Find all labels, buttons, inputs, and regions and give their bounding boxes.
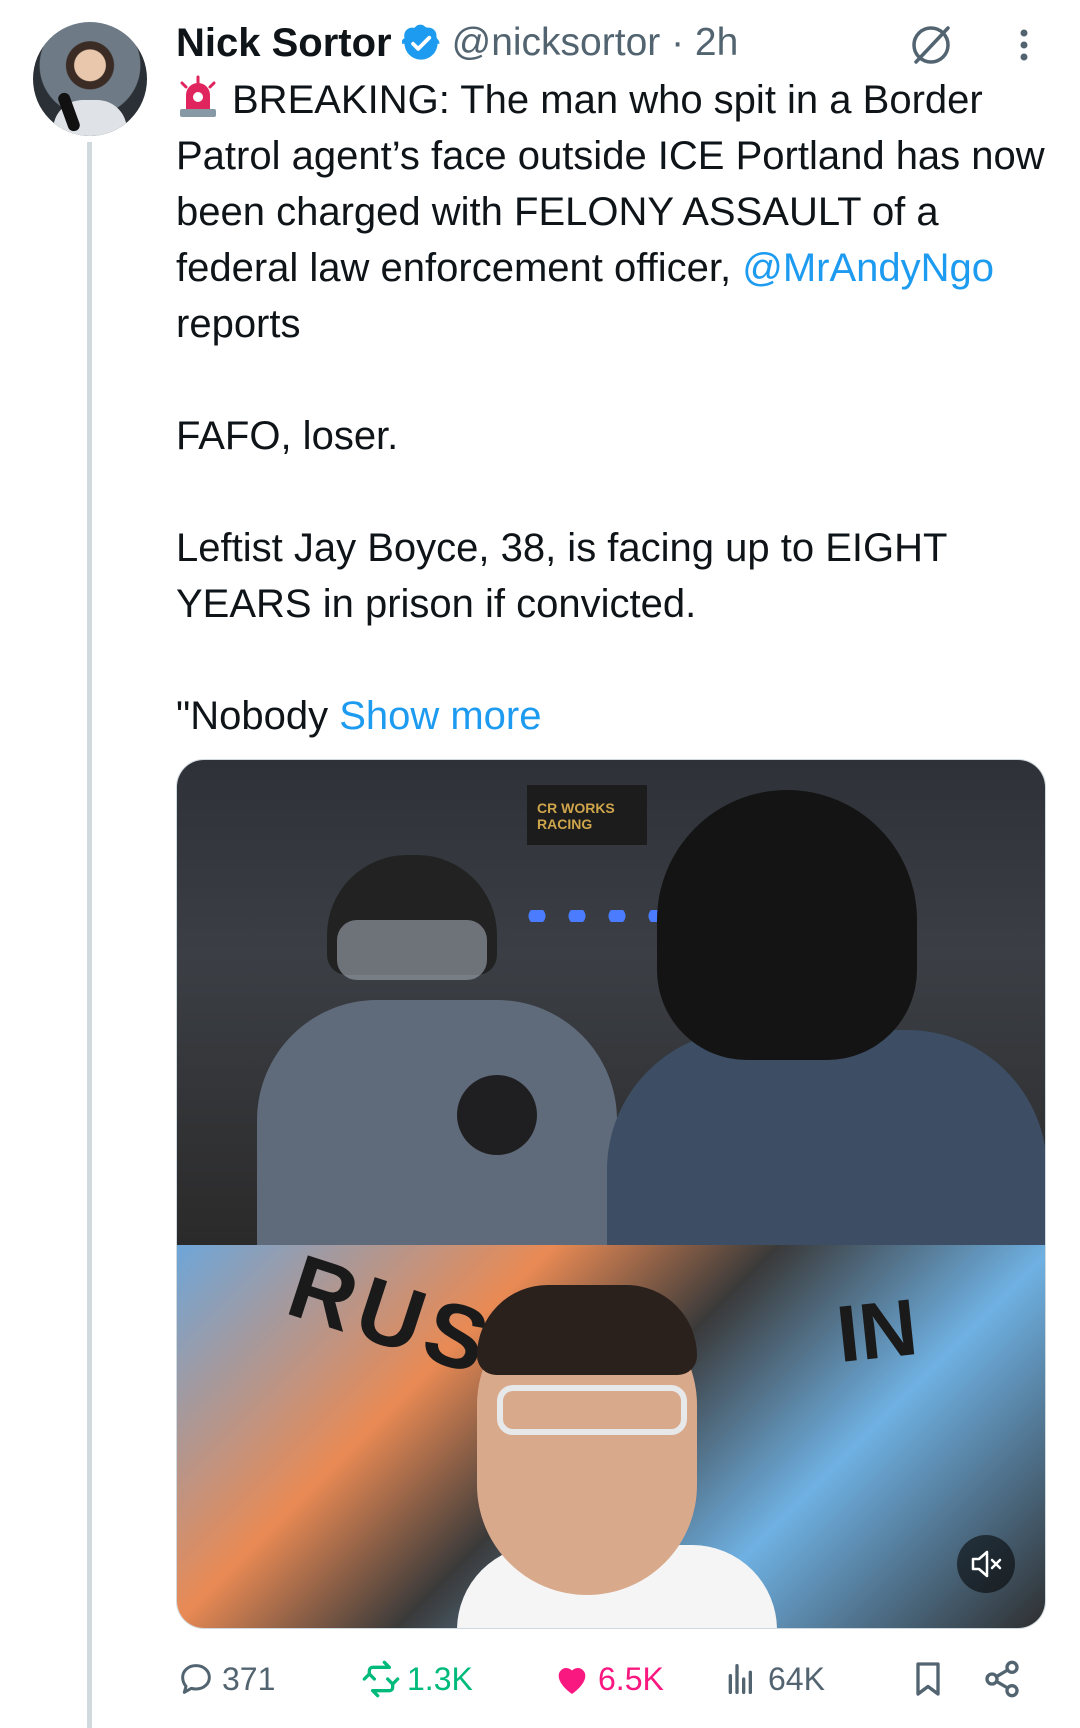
man-hair (477, 1285, 697, 1375)
tweet-paragraph-2: FAFO, loser. (176, 414, 399, 458)
tweet-text-suffix: reports (176, 302, 301, 346)
thread-line (87, 142, 92, 1728)
show-more-link[interactable]: Show more (339, 694, 541, 738)
reply-button[interactable]: 371 (176, 1652, 275, 1706)
video-frame-bottom: RUS IN (177, 1236, 1045, 1628)
tweet-video[interactable]: CR WORKS RACING RUS IN (176, 759, 1046, 1629)
racing-sign-text: CR WORKS RACING (537, 800, 615, 832)
agent-vest (257, 1000, 617, 1245)
grok-icon[interactable] (906, 20, 956, 70)
tweet-paragraph-1: BREAKING: The man who spit in a Border P… (176, 72, 1056, 352)
tweet-header: Nick Sortor @nicksortor · 2h (176, 18, 738, 68)
video-frame-top: CR WORKS RACING (177, 760, 1045, 1245)
like-button[interactable]: 6.5K (552, 1652, 664, 1706)
vest-detail (457, 1075, 537, 1155)
mention-link[interactable]: @MrAndyNgo (742, 246, 994, 290)
mute-icon[interactable] (957, 1535, 1015, 1593)
tweet-paragraph-3: Leftist Jay Boyce, 38, is facing up to E… (176, 526, 947, 626)
author-handle-time[interactable]: @nicksortor · 2h (452, 21, 739, 65)
action-bar: 371 1.3K 6.5K 64K (176, 1652, 1046, 1706)
share-icon (985, 1660, 1019, 1698)
bookmark-button[interactable] (908, 1652, 954, 1706)
tweet-text: BREAKING: The man who spit in a Border P… (176, 72, 1056, 744)
views-button[interactable]: 64K (722, 1652, 825, 1706)
author-avatar[interactable] (33, 22, 147, 136)
reply-count: 371 (222, 1660, 276, 1697)
like-icon (558, 1667, 586, 1694)
share-button[interactable] (982, 1652, 1028, 1706)
like-count: 6.5K (598, 1660, 664, 1697)
repost-count: 1.3K (407, 1660, 473, 1697)
repost-icon (362, 1660, 400, 1698)
bookmark-icon (916, 1662, 940, 1696)
views-icon (728, 1664, 752, 1694)
author-name[interactable]: Nick Sortor (176, 21, 392, 66)
tweet-paragraph-4: "Nobody Show more (176, 688, 1056, 744)
graffiti-left: RUS (276, 1236, 506, 1396)
helmet-visor (337, 920, 487, 980)
protester-hood (657, 790, 917, 1060)
siren-icon (180, 75, 216, 117)
protester-jacket (607, 1030, 1045, 1245)
verified-badge-icon (401, 24, 440, 60)
views-count: 64K (768, 1660, 825, 1697)
graffiti-right: IN (832, 1282, 922, 1379)
reply-icon (181, 1664, 211, 1694)
more-icon[interactable] (1010, 20, 1038, 70)
man-glasses (497, 1385, 687, 1435)
tweet-text-truncated: "Nobody (176, 694, 340, 738)
repost-button[interactable]: 1.3K (361, 1652, 473, 1706)
